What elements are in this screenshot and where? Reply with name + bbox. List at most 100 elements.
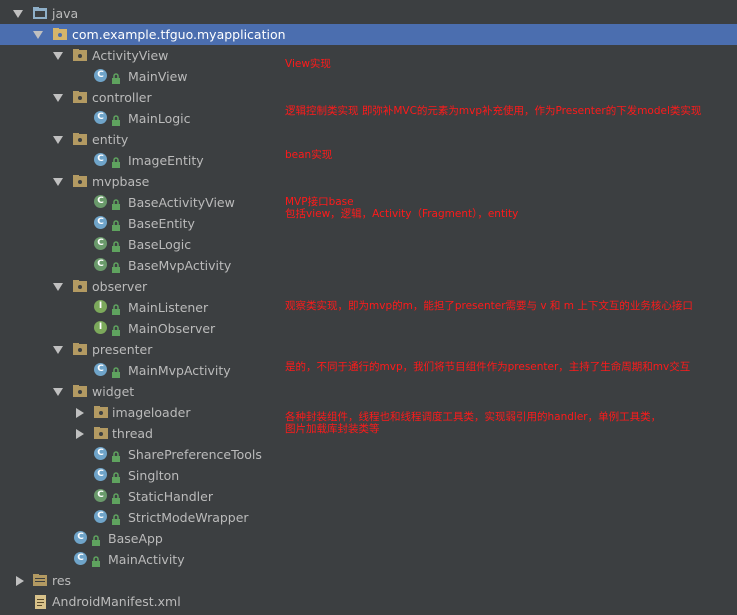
class-c-icon: C — [94, 216, 107, 229]
tree-label: BaseMvpActivity — [128, 258, 232, 273]
tree-row-mainactivity[interactable]: C MainActivity — [0, 549, 737, 570]
arrow-down-icon[interactable] — [53, 346, 63, 354]
annotation-observer: 观察类实现，即为mvp的m，能担了presenter需要与 v 和 m 上下文互… — [285, 300, 693, 312]
abstract-class-icon: C — [94, 489, 107, 502]
tree-row-baselogic[interactable]: C BaseLogic — [0, 234, 737, 255]
class-c-icon: C — [94, 111, 107, 124]
lock-icon — [91, 532, 101, 546]
resource-folder-icon — [33, 574, 47, 586]
arrow-down-icon[interactable] — [53, 283, 63, 291]
tree-label: controller — [92, 90, 152, 105]
tree-label: res — [52, 573, 72, 588]
tree-row-widget[interactable]: widget — [0, 381, 737, 402]
lock-icon — [111, 364, 121, 378]
tree-row-observer[interactable]: observer — [0, 276, 737, 297]
tree-label: entity — [92, 132, 129, 147]
arrow-right-icon[interactable] — [76, 408, 84, 418]
tree-row-mainobserver[interactable]: I MainObserver — [0, 318, 737, 339]
tree-label: BaseEntity — [128, 216, 195, 231]
lock-icon — [111, 490, 121, 504]
tree-label: BaseApp — [108, 531, 163, 546]
tree-row-mvpbase[interactable]: mvpbase — [0, 171, 737, 192]
tree-row-presenter[interactable]: presenter — [0, 339, 737, 360]
tree-label: MainMvpActivity — [128, 363, 231, 378]
annotation-widget-line1: 各种封装组件，线程也和线程调度工具类，实现弱引用的handler，单例工具类， — [285, 411, 662, 423]
tree-row-baseapp[interactable]: C BaseApp — [0, 528, 737, 549]
tree-row-manifest[interactable]: AndroidManifest.xml — [0, 591, 737, 612]
annotation-entity: bean实现 — [285, 149, 333, 161]
package-folder-icon — [73, 175, 87, 187]
tree-row-package[interactable]: com.example.tfguo.myapplication — [0, 24, 737, 45]
lock-icon — [111, 301, 121, 315]
package-folder-icon — [73, 280, 87, 292]
tree-row-entity[interactable]: entity — [0, 129, 737, 150]
package-folder-icon — [73, 133, 87, 145]
tree-label: MainObserver — [128, 321, 216, 336]
tree-label: Singlton — [128, 468, 180, 483]
abstract-class-icon: C — [94, 195, 107, 208]
tree-row-basemvpactivity[interactable]: C BaseMvpActivity — [0, 255, 737, 276]
tree-row-mainview[interactable]: C MainView — [0, 66, 737, 87]
manifest-file-icon — [34, 595, 48, 609]
tree-label: observer — [92, 279, 148, 294]
lock-icon — [111, 154, 121, 168]
lock-icon — [111, 259, 121, 273]
tree-label: com.example.tfguo.myapplication — [72, 27, 286, 42]
arrow-down-icon[interactable] — [53, 178, 63, 186]
lock-icon — [111, 70, 121, 84]
tree-label: BaseActivityView — [128, 195, 235, 210]
lock-icon — [111, 238, 121, 252]
lock-icon — [111, 511, 121, 525]
tree-label: StrictModeWrapper — [128, 510, 249, 525]
class-c-icon: C — [94, 447, 107, 460]
lock-icon — [111, 322, 121, 336]
lock-icon — [111, 469, 121, 483]
class-c-icon: C — [94, 468, 107, 481]
tree-row-statichandler[interactable]: C StaticHandler — [0, 486, 737, 507]
tree-row-activityview[interactable]: ActivityView — [0, 45, 737, 66]
abstract-class-icon: C — [94, 258, 107, 271]
lock-icon — [111, 112, 121, 126]
tree-label: MainActivity — [108, 552, 185, 567]
interface-i-icon: I — [94, 300, 107, 313]
annotation-view: View实现 — [285, 58, 331, 70]
arrow-right-icon[interactable] — [16, 576, 24, 586]
tree-label: MainView — [128, 69, 188, 84]
arrow-down-icon[interactable] — [53, 388, 63, 396]
tree-row-strictmodewrapper[interactable]: C StrictModeWrapper — [0, 507, 737, 528]
annotation-mvpbase-line1: MVP接口base — [285, 196, 354, 208]
tree-row-imageentity[interactable]: C ImageEntity — [0, 150, 737, 171]
arrow-right-icon[interactable] — [76, 429, 84, 439]
tree-row-res[interactable]: res — [0, 570, 737, 591]
tree-row-singlton[interactable]: C Singlton — [0, 465, 737, 486]
tree-label: java — [52, 6, 79, 21]
package-folder-icon — [73, 91, 87, 103]
package-folder-icon — [73, 385, 87, 397]
tree-label: AndroidManifest.xml — [52, 594, 181, 609]
tree-label: MainLogic — [128, 111, 191, 126]
class-c-icon: C — [94, 510, 107, 523]
lock-icon — [111, 217, 121, 231]
tree-label: StaticHandler — [128, 489, 213, 504]
class-c-icon: C — [94, 69, 107, 82]
arrow-down-icon[interactable] — [53, 136, 63, 144]
tree-row-java[interactable]: java — [0, 3, 737, 24]
tree-label: BaseLogic — [128, 237, 192, 252]
annotation-widget-line2: 图片加载库封装类等 — [285, 423, 380, 435]
tree-label: thread — [112, 426, 153, 441]
package-folder-icon — [94, 406, 108, 418]
lock-icon — [91, 553, 101, 567]
package-folder-icon — [73, 343, 87, 355]
annotation-mvpbase-line2: 包括view，逻辑，Activity（Fragment），entity — [285, 208, 519, 220]
arrow-down-icon[interactable] — [33, 31, 43, 39]
package-folder-icon — [94, 427, 108, 439]
tree-label: presenter — [92, 342, 153, 357]
annotation-controller: 逻辑控制类实现 即弥补MVC的元素为mvp补充使用，作为Presenter的下发… — [285, 105, 702, 117]
arrow-down-icon[interactable] — [53, 94, 63, 102]
arrow-down-icon[interactable] — [13, 10, 23, 18]
arrow-down-icon[interactable] — [53, 52, 63, 60]
tree-label: mvpbase — [92, 174, 150, 189]
class-c-icon: C — [74, 552, 87, 565]
tree-row-sharepreferencetools[interactable]: C SharePreferenceTools — [0, 444, 737, 465]
tree-label: ActivityView — [92, 48, 169, 63]
